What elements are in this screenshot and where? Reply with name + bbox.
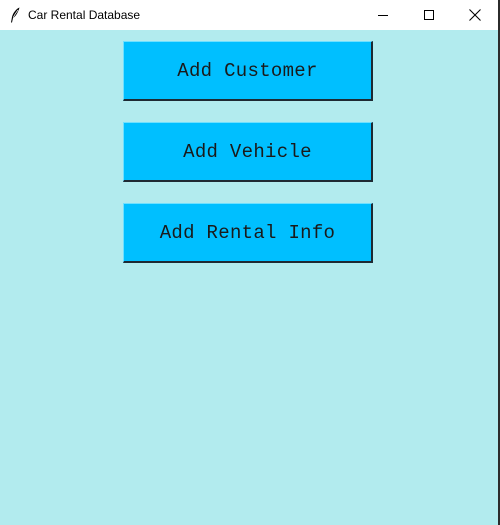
title-bar[interactable]: Car Rental Database (0, 0, 498, 30)
maximize-button[interactable] (406, 0, 452, 30)
add-customer-button[interactable]: Add Customer (123, 41, 373, 101)
window-title: Car Rental Database (28, 8, 141, 22)
feather-icon (9, 7, 21, 23)
close-button[interactable] (452, 0, 498, 30)
minimize-icon (378, 15, 388, 16)
close-icon (469, 9, 481, 21)
window-controls (360, 0, 498, 30)
add-rental-info-button[interactable]: Add Rental Info (123, 203, 373, 263)
minimize-button[interactable] (360, 0, 406, 30)
main-content: Add Customer Add Vehicle Add Rental Info (0, 30, 498, 525)
app-window: Car Rental Database Add Customer Add Veh… (0, 0, 500, 525)
add-vehicle-button[interactable]: Add Vehicle (123, 122, 373, 182)
maximize-icon (424, 10, 434, 20)
